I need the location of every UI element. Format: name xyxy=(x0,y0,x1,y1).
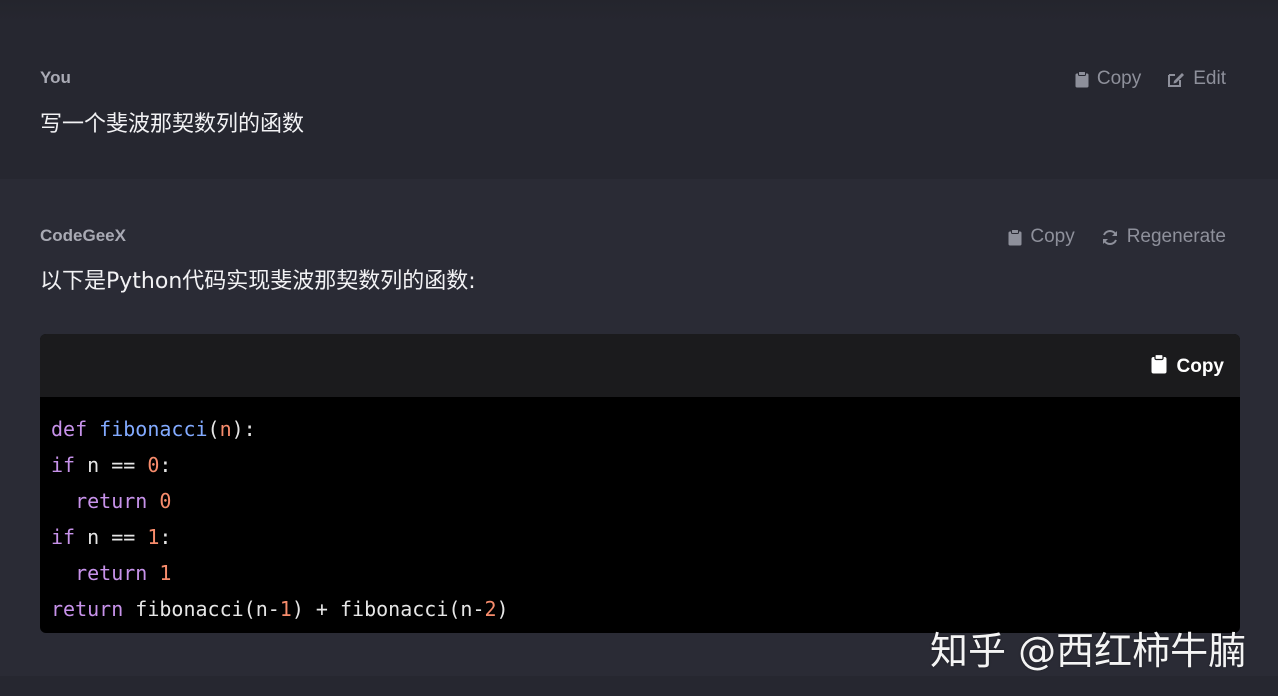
clipboard-icon xyxy=(1008,228,1022,246)
code-token: 2 xyxy=(484,597,497,621)
code-token: fibonacci(n- xyxy=(123,597,280,621)
code-copy-label: Copy xyxy=(1176,356,1225,377)
regenerate-label: Regenerate xyxy=(1126,226,1226,247)
code-token: if xyxy=(51,525,76,549)
clipboard-icon xyxy=(1151,353,1167,380)
code-line: return 0 xyxy=(51,483,1229,519)
assistant-message: CodeGeeX Copy Regenerate 以下是Python代码实现斐波… xyxy=(0,179,1278,676)
code-token: : xyxy=(159,525,172,549)
user-copy-label: Copy xyxy=(1096,68,1142,89)
assistant-copy-button[interactable]: Copy xyxy=(1008,226,1075,248)
refresh-icon xyxy=(1101,229,1119,246)
code-token: return xyxy=(51,597,124,621)
code-token: n xyxy=(219,417,232,441)
assistant-message-text: 以下是Python代码实现斐波那契数列的函数: xyxy=(40,269,476,294)
code-token: n == xyxy=(75,453,148,477)
user-message: You Copy Edit 写一个斐波那契数列的函数 xyxy=(0,22,1278,179)
code-token: ) xyxy=(496,597,509,621)
pencil-square-icon xyxy=(1167,71,1185,88)
code-token: fibonacci xyxy=(99,417,208,441)
code-block-header: Copy xyxy=(40,334,1240,397)
code-token: 1 xyxy=(147,525,160,549)
assistant-copy-label: Copy xyxy=(1030,226,1075,247)
code-copy-button[interactable]: Copy xyxy=(1151,353,1225,380)
top-strip xyxy=(0,0,1278,22)
code-token: ( xyxy=(207,417,220,441)
code-line: return 1 xyxy=(51,555,1229,591)
code-block: Copy def fibonacci(n): if n == 0: return … xyxy=(40,334,1240,633)
watermark: 知乎 @西红柿牛腩 xyxy=(930,629,1247,673)
code-line: if n == 1: xyxy=(51,519,1229,555)
user-message-text: 写一个斐波那契数列的函数 xyxy=(40,112,305,137)
code-token: : xyxy=(159,453,172,477)
code-token: return xyxy=(75,561,148,585)
bottom-strip xyxy=(0,676,1278,696)
code-token: ) + fibonacci(n- xyxy=(291,597,485,621)
code-token: ): xyxy=(231,417,256,441)
code-token: n == xyxy=(75,525,148,549)
clipboard-icon xyxy=(1075,70,1089,88)
code-token: if xyxy=(51,453,76,477)
code-token: 0 xyxy=(159,489,172,513)
user-author: You xyxy=(40,68,71,87)
code-line: if n == 0: xyxy=(51,447,1229,483)
regenerate-button[interactable]: Regenerate xyxy=(1101,226,1226,248)
code-token: 1 xyxy=(159,561,172,585)
edit-button[interactable]: Edit xyxy=(1167,68,1226,90)
code-token: def xyxy=(51,417,88,441)
assistant-message-actions: Copy Regenerate xyxy=(1008,226,1226,248)
assistant-author: CodeGeeX xyxy=(40,226,126,245)
code-token: 1 xyxy=(279,597,292,621)
code-line: def fibonacci(n): xyxy=(51,411,1229,447)
code-token: 0 xyxy=(147,453,160,477)
user-message-actions: Copy Edit xyxy=(1075,68,1226,90)
code-token: return xyxy=(75,489,148,513)
edit-label: Edit xyxy=(1193,68,1226,89)
user-copy-button[interactable]: Copy xyxy=(1075,68,1141,90)
code-body: def fibonacci(n): if n == 0: return 0 if n… xyxy=(40,397,1240,633)
